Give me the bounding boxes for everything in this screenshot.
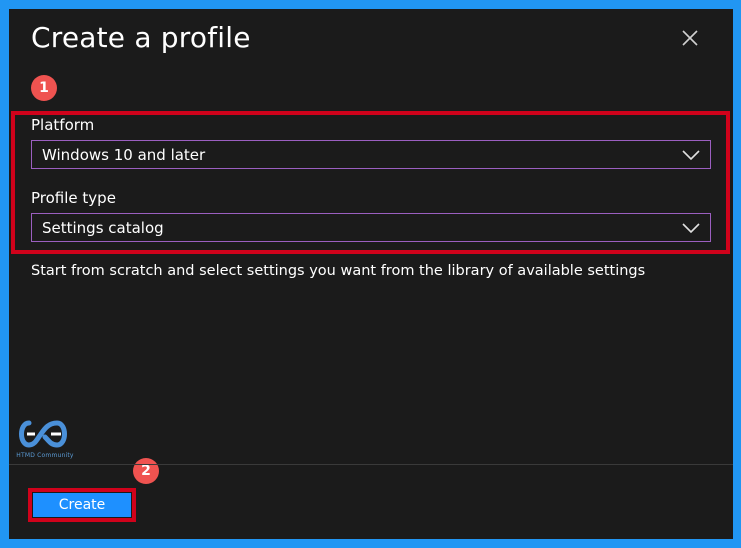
profile-type-selected-value: Settings catalog — [42, 219, 164, 237]
htmd-logo: HTMD Community — [15, 417, 75, 462]
create-profile-dialog: Create a profile 1 Platform Windows 10 a… — [9, 9, 733, 539]
profile-description: Start from scratch and select settings y… — [31, 263, 646, 279]
platform-dropdown[interactable]: Windows 10 and later — [31, 140, 711, 169]
close-icon — [682, 30, 698, 46]
create-button[interactable]: Create — [33, 493, 131, 517]
logo-text: HTMD Community — [16, 452, 74, 459]
profile-type-label: Profile type — [31, 189, 116, 207]
dialog-title: Create a profile — [31, 21, 251, 54]
chevron-down-icon — [682, 150, 700, 161]
close-button[interactable] — [678, 26, 702, 50]
htmd-logo-icon — [19, 420, 67, 448]
profile-type-dropdown[interactable]: Settings catalog — [31, 213, 711, 242]
step-badge-1: 1 — [31, 75, 57, 101]
platform-label: Platform — [31, 116, 95, 134]
step-badge-2: 2 — [133, 458, 159, 484]
platform-selected-value: Windows 10 and later — [42, 146, 206, 164]
footer-divider — [9, 464, 733, 465]
chevron-down-icon — [682, 223, 700, 234]
